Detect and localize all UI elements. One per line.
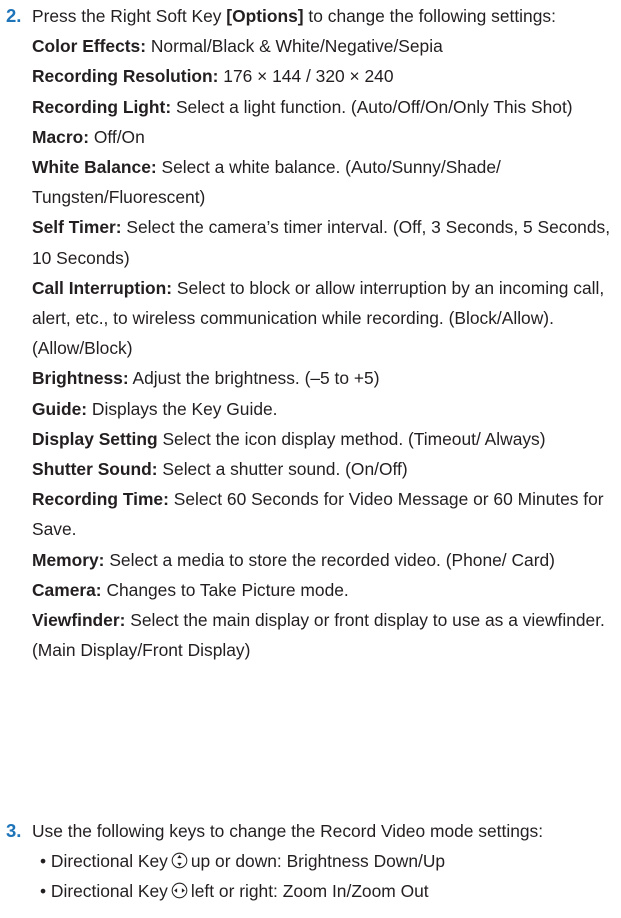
setting-label: Recording Time: (32, 489, 169, 510)
setting-item: Guide: Displays the Key Guide. (32, 394, 616, 424)
setting-item: Color Effects: Normal/Black & White/Nega… (32, 31, 616, 61)
setting-text: Off/On (89, 126, 145, 147)
bullet-text: left or right: Zoom In/Zoom Out (190, 881, 429, 902)
step-number: 3. (6, 820, 22, 841)
bullet-prefix: • Directional Key (40, 851, 168, 872)
step-body: Press the Right Soft Key [Options] to ch… (32, 1, 616, 665)
step-2: 2. Press the Right Soft Key [Options] to… (6, 1, 616, 665)
list-item: • Directional Key up or down: Brightness… (40, 846, 616, 876)
step-body: Use the following keys to change the Rec… (32, 816, 616, 907)
setting-label: Color Effects: (32, 36, 147, 57)
setting-text: Displays the Key Guide. (87, 398, 278, 419)
intro-text-after: to change the following settings: (303, 6, 556, 26)
setting-text: Changes to Take Picture mode. (101, 579, 349, 600)
step-number: 2. (6, 5, 22, 26)
setting-label: Self Timer: (32, 217, 122, 238)
directional-up-down-icon (171, 852, 188, 869)
setting-item: Recording Light: Select a light function… (32, 92, 616, 122)
setting-label: Recording Light: (32, 96, 172, 117)
bullet-list: • Directional Key up or down: Brightness… (40, 846, 616, 906)
setting-text: Select the icon display method. (Timeout… (157, 428, 546, 449)
setting-label: Recording Resolution: (32, 66, 219, 87)
setting-label: Guide: (32, 398, 88, 419)
setting-item: Shutter Sound: Select a shutter sound. (… (32, 454, 616, 484)
setting-label: Call Interruption: (32, 277, 173, 298)
step-intro: Use the following keys to change the Rec… (32, 821, 544, 841)
setting-label: Camera: (32, 579, 102, 600)
setting-item: Memory: Select a media to store the reco… (32, 545, 616, 575)
setting-label: Memory: (32, 549, 105, 570)
setting-item: White Balance: Select a white balance. (… (32, 152, 616, 212)
setting-label: Viewfinder: (32, 610, 126, 631)
setting-label: Display Setting (32, 428, 158, 449)
setting-text: 176 × 144 / 320 × 240 (218, 66, 394, 87)
intro-text-before: Press the Right Soft Key (32, 6, 227, 26)
setting-label: Shutter Sound: (32, 459, 158, 480)
setting-text: Adjust the brightness. (–5 to +5) (128, 368, 380, 389)
manual-page: 2. Press the Right Soft Key [Options] to… (0, 0, 621, 918)
directional-left-right-icon (171, 882, 188, 899)
setting-item: Brightness: Adjust the brightness. (–5 t… (32, 363, 616, 393)
setting-text: Select a light function. (Auto/Off/On/On… (171, 96, 573, 117)
setting-item: Recording Resolution: 176 × 144 / 320 × … (32, 61, 616, 91)
setting-label: Brightness: (32, 368, 129, 389)
setting-text: Normal/Black & White/Negative/Sepia (146, 36, 443, 57)
setting-label: Macro: (32, 126, 90, 147)
setting-item: Call Interruption: Select to block or al… (32, 273, 616, 364)
list-item: • Directional Key left or right: Zoom In… (40, 876, 616, 906)
setting-text: Select a media to store the recorded vid… (104, 549, 555, 570)
setting-item: Display Setting Select the icon display … (32, 424, 616, 454)
bullet-prefix: • Directional Key (40, 881, 168, 902)
setting-text: Select a shutter sound. (On/Off) (157, 459, 408, 480)
step-intro: Press the Right Soft Key [Options] to ch… (32, 1, 616, 31)
bullet-text: up or down: Brightness Down/Up (190, 851, 446, 872)
setting-item: Recording Time: Select 60 Seconds for Vi… (32, 484, 616, 544)
setting-label: White Balance: (32, 157, 157, 178)
setting-item: Camera: Changes to Take Picture mode. (32, 575, 616, 605)
options-key-label: [Options] (226, 6, 304, 26)
setting-item: Self Timer: Select the camera’s timer in… (32, 212, 616, 272)
setting-item: Macro: Off/On (32, 122, 616, 152)
step-3: 3. Use the following keys to change the … (6, 816, 616, 907)
setting-item: Viewfinder: Select the main display or f… (32, 605, 616, 665)
